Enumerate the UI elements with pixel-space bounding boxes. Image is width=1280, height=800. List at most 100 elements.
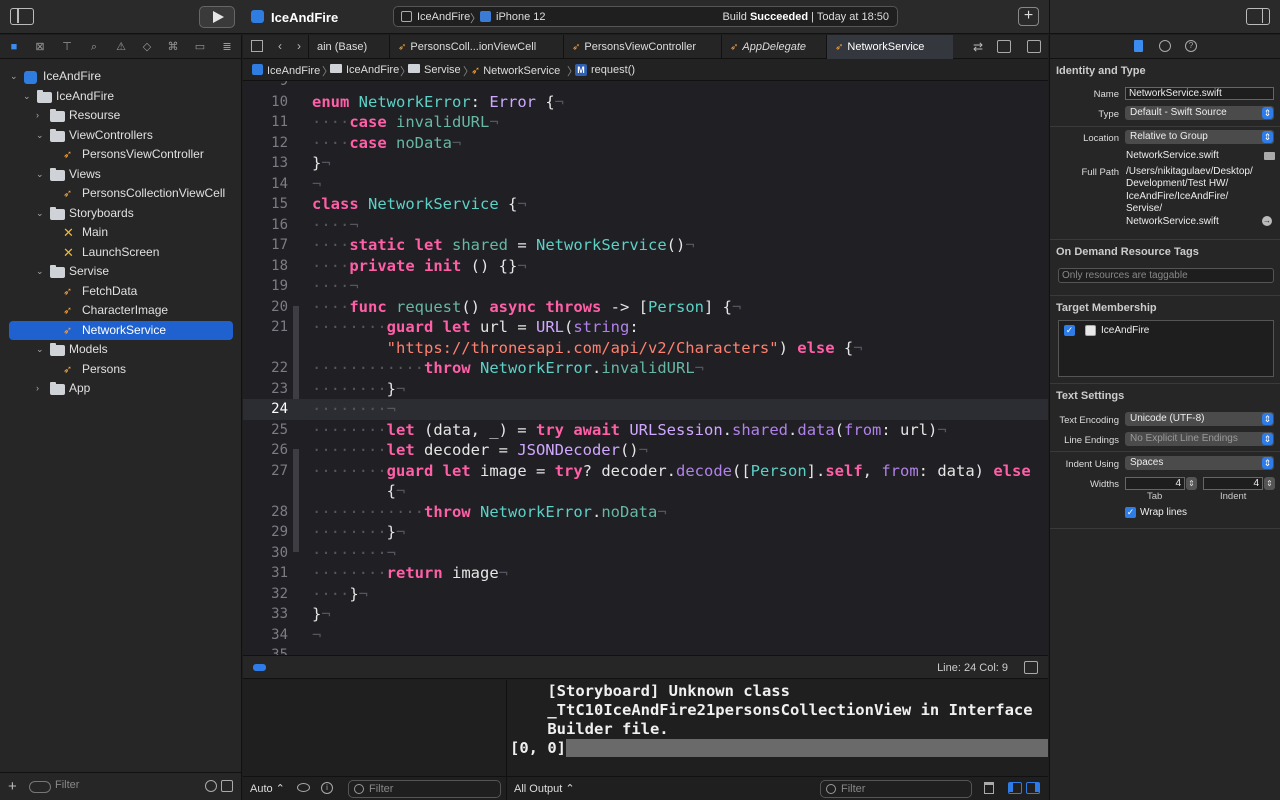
code-line[interactable]: 33}¬ <box>243 604 1048 625</box>
hierarchy-icon[interactable]: ⊤ <box>59 39 75 55</box>
code-line[interactable]: 19 ····¬ <box>243 276 1048 297</box>
variables-filter-input[interactable]: Filter <box>348 780 501 798</box>
code-line[interactable]: 13}¬ <box>243 153 1048 174</box>
code-line[interactable]: 31 ········return image¬ <box>243 563 1048 584</box>
trash-icon[interactable] <box>984 782 994 794</box>
adjust-editor-icon[interactable] <box>997 40 1011 53</box>
file-tree-row[interactable]: ⌄ IceAndFire <box>0 67 242 87</box>
file-tree-row[interactable]: ⌄ Storyboards <box>0 204 242 224</box>
file-tree-row[interactable]: ➶ Persons <box>0 360 242 380</box>
code-line[interactable]: 22 ············throw NetworkError.invalid… <box>243 358 1048 379</box>
code-area[interactable]: 9 10 enum NetworkError: Error {¬ 11 ····case… <box>243 81 1048 655</box>
code-line[interactable]: 28 ············throw NetworkError.noData¬ <box>243 502 1048 523</box>
jump-bar-item[interactable]: IceAndFire <box>330 64 399 76</box>
run-button[interactable] <box>199 6 235 28</box>
code-line[interactable]: 17 ····static let shared = NetworkService… <box>243 235 1048 256</box>
library-add-button[interactable]: + <box>1018 7 1039 26</box>
indent-width-stepper[interactable]: ⇕ <box>1264 477 1275 490</box>
file-tree-row[interactable]: ✕ LaunchScreen <box>0 243 242 263</box>
file-tree-row[interactable]: ⌄ Servise <box>0 262 242 282</box>
file-tree-row[interactable]: ➶ PersonsViewController <box>0 145 242 165</box>
quick-help-icon[interactable]: ? <box>1185 40 1197 52</box>
file-tree-row[interactable]: ➶ CharacterImage <box>0 301 242 321</box>
chevron-down-icon[interactable]: ⌄ <box>36 204 46 224</box>
code-line[interactable]: 27 ········guard let image = try? decoder… <box>243 461 1048 482</box>
code-line[interactable]: 16 ····¬ <box>243 215 1048 236</box>
search-icon[interactable]: ⌕ <box>86 39 102 55</box>
editor-tab[interactable]: ain (Base) <box>308 35 389 59</box>
code-line[interactable]: 35 <box>243 645 1048 655</box>
tab-width-field[interactable]: 4 <box>1125 477 1185 490</box>
file-tree-row[interactable]: ⌄ ViewControllers <box>0 126 242 146</box>
code-line[interactable]: 34 ¬ <box>243 625 1048 646</box>
editor-tab[interactable]: ➶ AppDelegate <box>721 35 826 59</box>
scheme-selector[interactable]: IceAndFire <box>417 11 470 23</box>
minimap-toggle-icon[interactable] <box>253 664 266 671</box>
chevron-down-icon[interactable]: ⌄ <box>23 87 33 107</box>
debug-area-toggle-icon[interactable] <box>1024 661 1038 674</box>
location-popup[interactable]: Relative to Group <box>1125 130 1274 144</box>
inspector-toggle-icon[interactable] <box>1246 8 1270 25</box>
navigator-toggle-icon[interactable] <box>10 8 34 25</box>
folder-icon[interactable]: ■ <box>6 39 22 55</box>
source-control-filter-icon[interactable] <box>221 780 233 792</box>
code-line[interactable]: 25 ········let (data, _) = try await URLS… <box>243 420 1048 441</box>
wrap-lines-checkbox[interactable]: ✓ <box>1125 507 1136 518</box>
jump-bar-item[interactable]: Mrequest() <box>575 64 635 76</box>
show-console-icon[interactable] <box>1026 782 1040 794</box>
report-icon[interactable]: ≣ <box>219 39 235 55</box>
debug-icon[interactable]: ⌘ <box>165 39 181 55</box>
code-line[interactable]: "https://thronesapi.com/api/v2/Character… <box>243 338 1048 359</box>
warning-icon[interactable]: ⚠ <box>113 39 129 55</box>
target-checkbox[interactable]: ✓ <box>1064 325 1075 336</box>
breakpoint-icon[interactable]: ▭ <box>192 39 208 55</box>
back-icon[interactable]: ‹ <box>278 39 282 53</box>
editor-tab[interactable]: ➶ PersonsColl...ionViewCell <box>389 35 563 59</box>
code-line[interactable]: 26 ········let decoder = JSONDecoder()¬ <box>243 440 1048 461</box>
code-line[interactable]: 30 ········¬ <box>243 543 1048 564</box>
encoding-popup[interactable]: Unicode (UTF-8) <box>1125 412 1274 426</box>
code-line[interactable]: 29 ········}¬ <box>243 522 1048 543</box>
indent-using-popup[interactable]: Spaces <box>1125 456 1274 470</box>
chevron-down-icon[interactable]: ⌄ <box>10 67 20 87</box>
device-selector[interactable]: iPhone 12 <box>496 11 546 23</box>
eye-icon[interactable] <box>297 783 310 792</box>
test-icon[interactable]: ◇ <box>139 39 155 55</box>
file-tree-row[interactable]: ⌄ Models <box>0 340 242 360</box>
navigator-filter-input[interactable]: Filter <box>27 779 197 795</box>
code-line[interactable]: 23 ········}¬ <box>243 379 1048 400</box>
variables-scope-selector[interactable]: Auto ⌃ <box>250 782 285 795</box>
chevron-right-icon[interactable]: › <box>36 106 46 126</box>
file-tree-row[interactable]: ⌄ IceAndFire <box>0 87 242 107</box>
chevron-down-icon[interactable]: ⌄ <box>36 262 46 282</box>
related-items-icon[interactable] <box>251 40 263 52</box>
code-line[interactable]: 24 ········¬ <box>243 399 1048 420</box>
history-inspector-icon[interactable] <box>1159 40 1171 52</box>
code-line[interactable]: 21 ········guard let url = URL(string: <box>243 317 1048 338</box>
editor-tab[interactable]: ➶ PersonsViewController <box>563 35 721 59</box>
indent-width-field[interactable]: 4 <box>1203 477 1263 490</box>
recent-files-icon[interactable] <box>205 780 217 792</box>
editor-tab[interactable]: ➶ NetworkService <box>826 35 953 59</box>
code-line[interactable]: 20 ····func request() async throws -> [Pe… <box>243 297 1048 318</box>
jump-bar-item[interactable]: ➶ NetworkService <box>471 64 560 77</box>
folder-icon[interactable] <box>1264 152 1275 160</box>
add-file-button[interactable]: + <box>8 778 17 795</box>
file-tree-row[interactable]: ➶ PersonsCollectionViewCell <box>0 184 242 204</box>
file-tree-row[interactable]: › Resourse <box>0 106 242 126</box>
console-output[interactable]: [Storyboard] Unknown class _TtC10IceAndF… <box>508 680 1048 776</box>
code-line[interactable]: 14 ¬ <box>243 174 1048 195</box>
jump-bar-item[interactable]: IceAndFire <box>252 64 320 77</box>
type-popup[interactable]: Default - Swift Source <box>1125 106 1274 120</box>
show-variables-icon[interactable] <box>1008 782 1022 794</box>
code-line[interactable]: 11 ····case invalidURL¬ <box>243 112 1048 133</box>
code-line[interactable]: 9 <box>243 81 1048 92</box>
file-tree-row[interactable]: › App <box>0 379 242 399</box>
line-endings-popup[interactable]: No Explicit Line Endings <box>1125 432 1274 446</box>
file-inspector-icon[interactable] <box>1134 40 1143 52</box>
chevron-down-icon[interactable]: ⌄ <box>36 340 46 360</box>
file-tree-row[interactable]: ✕ Main <box>0 223 242 243</box>
code-line[interactable]: {¬ <box>243 481 1048 502</box>
split-editor-icon[interactable] <box>1027 40 1041 53</box>
info-icon[interactable]: i <box>321 782 333 794</box>
